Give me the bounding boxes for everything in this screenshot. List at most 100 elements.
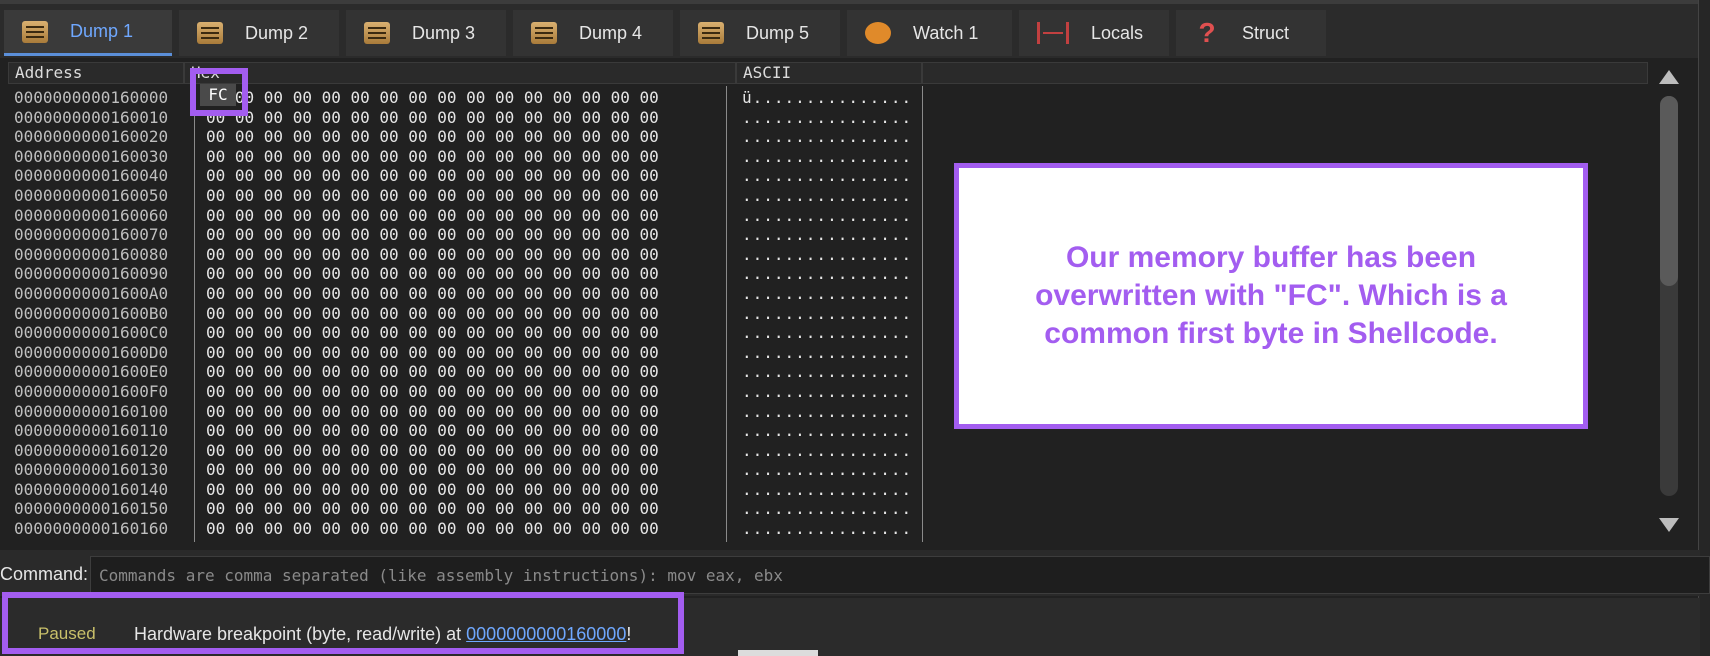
hex-row[interactable]: 00 00 00 00 00 00 00 00 00 00 00 00 00 0… bbox=[206, 362, 736, 382]
address-cell[interactable]: 00000000001600C0 bbox=[14, 323, 194, 343]
ascii-row[interactable]: ü............... bbox=[742, 88, 922, 108]
address-cell[interactable]: 00000000001600D0 bbox=[14, 343, 194, 363]
hex-row[interactable]: 00 00 00 00 00 00 00 00 00 00 00 00 00 0… bbox=[206, 460, 736, 480]
hex-row[interactable]: 00 00 00 00 00 00 00 00 00 00 00 00 00 0… bbox=[206, 186, 736, 206]
hex-row[interactable]: 00 00 00 00 00 00 00 00 00 00 00 00 00 0… bbox=[206, 108, 736, 128]
tab-struct[interactable]: ? Struct bbox=[1176, 10, 1326, 56]
ascii-row[interactable]: ................ bbox=[742, 480, 922, 500]
ascii-row[interactable]: ................ bbox=[742, 323, 922, 343]
hex-row[interactable]: FC 00 00 00 00 00 00 00 00 00 00 00 00 0… bbox=[206, 88, 736, 108]
ascii-row[interactable]: ................ bbox=[742, 402, 922, 422]
ascii-row[interactable]: ................ bbox=[742, 245, 922, 265]
hex-row[interactable]: 00 00 00 00 00 00 00 00 00 00 00 00 00 0… bbox=[206, 323, 736, 343]
hex-column-header[interactable]: Hex bbox=[184, 62, 736, 84]
tab-dump-5[interactable]: Dump 5 bbox=[680, 10, 840, 56]
ascii-row[interactable]: ................ bbox=[742, 499, 922, 519]
ascii-row[interactable]: ................ bbox=[742, 441, 922, 461]
ascii-row[interactable]: ................ bbox=[742, 206, 922, 226]
hex-column: FC 00 00 00 00 00 00 00 00 00 00 00 00 0… bbox=[206, 88, 736, 539]
address-cell[interactable]: 0000000000160010 bbox=[14, 108, 194, 128]
annotation-text: Our memory buffer has been overwritten w… bbox=[1035, 241, 1507, 350]
breakpoint-address-link[interactable]: 0000000000160000 bbox=[466, 624, 626, 644]
hex-row[interactable]: 00 00 00 00 00 00 00 00 00 00 00 00 00 0… bbox=[206, 499, 736, 519]
address-column: 0000000000160000 0000000000160010 00000000… bbox=[14, 88, 194, 539]
hex-row[interactable]: 00 00 00 00 00 00 00 00 00 00 00 00 00 0… bbox=[206, 166, 736, 186]
tab-dump-2[interactable]: Dump 2 bbox=[179, 10, 339, 56]
ascii-row[interactable]: ................ bbox=[742, 108, 922, 128]
ascii-row[interactable]: ................ bbox=[742, 343, 922, 363]
address-cell[interactable]: 0000000000160000 bbox=[14, 88, 194, 108]
address-cell[interactable]: 0000000000160020 bbox=[14, 127, 194, 147]
tab-bar: Dump 1 Dump 2 Dump 3 Dump 4 Dump 5 Watch 1 Loc… bbox=[0, 0, 1700, 58]
tab-label: Locals bbox=[1091, 22, 1144, 43]
dump-icon bbox=[197, 22, 223, 44]
dump-icon bbox=[364, 22, 390, 44]
address-cell[interactable]: 0000000000160140 bbox=[14, 480, 194, 500]
ascii-row[interactable]: ................ bbox=[742, 304, 922, 324]
address-cell[interactable]: 00000000001600A0 bbox=[14, 284, 194, 304]
address-cell[interactable]: 0000000000160030 bbox=[14, 147, 194, 167]
address-cell[interactable]: 00000000001600E0 bbox=[14, 362, 194, 382]
vertical-scrollbar[interactable] bbox=[1656, 66, 1682, 536]
address-cell[interactable]: 00000000001600F0 bbox=[14, 382, 194, 402]
command-input[interactable] bbox=[90, 556, 1710, 594]
address-cell[interactable]: 0000000000160050 bbox=[14, 186, 194, 206]
hex-row[interactable]: 00 00 00 00 00 00 00 00 00 00 00 00 00 0… bbox=[206, 127, 736, 147]
scroll-down-icon[interactable] bbox=[1659, 518, 1679, 532]
address-cell[interactable]: 0000000000160110 bbox=[14, 421, 194, 441]
ascii-row[interactable]: ................ bbox=[742, 460, 922, 480]
hex-row[interactable]: 00 00 00 00 00 00 00 00 00 00 00 00 00 0… bbox=[206, 206, 736, 226]
hex-row[interactable]: 00 00 00 00 00 00 00 00 00 00 00 00 00 0… bbox=[206, 343, 736, 363]
hex-row[interactable]: 00 00 00 00 00 00 00 00 00 00 00 00 00 0… bbox=[206, 284, 736, 304]
address-cell[interactable]: 0000000000160120 bbox=[14, 441, 194, 461]
tab-dump-4[interactable]: Dump 4 bbox=[513, 10, 673, 56]
tab-watch-1[interactable]: Watch 1 bbox=[847, 10, 1012, 56]
ascii-row[interactable]: ................ bbox=[742, 225, 922, 245]
hex-row[interactable]: 00 00 00 00 00 00 00 00 00 00 00 00 00 0… bbox=[206, 304, 736, 324]
tab-dump-1[interactable]: Dump 1 bbox=[4, 10, 172, 56]
tab-label: Dump 4 bbox=[579, 22, 643, 43]
ascii-row[interactable]: ................ bbox=[742, 519, 922, 539]
ascii-row[interactable]: ................ bbox=[742, 127, 922, 147]
scroll-up-icon[interactable] bbox=[1659, 70, 1679, 84]
ascii-row[interactable]: ................ bbox=[742, 284, 922, 304]
address-column-header[interactable]: Address bbox=[8, 62, 184, 84]
hex-row[interactable]: 00 00 00 00 00 00 00 00 00 00 00 00 00 0… bbox=[206, 519, 736, 539]
hex-row[interactable]: 00 00 00 00 00 00 00 00 00 00 00 00 00 0… bbox=[206, 382, 736, 402]
address-cell[interactable]: 0000000000160100 bbox=[14, 402, 194, 422]
ascii-row[interactable]: ................ bbox=[742, 147, 922, 167]
struct-icon: ? bbox=[1198, 17, 1216, 48]
hex-row[interactable]: 00 00 00 00 00 00 00 00 00 00 00 00 00 0… bbox=[206, 245, 736, 265]
address-cell[interactable]: 0000000000160060 bbox=[14, 206, 194, 226]
hex-row[interactable]: 00 00 00 00 00 00 00 00 00 00 00 00 00 0… bbox=[206, 225, 736, 245]
ascii-column-header[interactable]: ASCII bbox=[736, 62, 922, 84]
ascii-row[interactable]: ................ bbox=[742, 362, 922, 382]
hex-row[interactable]: 00 00 00 00 00 00 00 00 00 00 00 00 00 0… bbox=[206, 402, 736, 422]
annotation-callout: Our memory buffer has been overwritten w… bbox=[954, 163, 1588, 429]
address-cell[interactable]: 0000000000160070 bbox=[14, 225, 194, 245]
ascii-row[interactable]: ................ bbox=[742, 421, 922, 441]
locals-icon bbox=[1037, 22, 1069, 44]
ascii-row[interactable]: ................ bbox=[742, 166, 922, 186]
address-cell[interactable]: 0000000000160130 bbox=[14, 460, 194, 480]
address-cell[interactable]: 0000000000160150 bbox=[14, 499, 194, 519]
scrollbar-thumb[interactable] bbox=[1660, 96, 1678, 286]
address-cell[interactable]: 0000000000160090 bbox=[14, 264, 194, 284]
tab-dump-3[interactable]: Dump 3 bbox=[346, 10, 506, 56]
address-cell[interactable]: 0000000000160160 bbox=[14, 519, 194, 539]
hex-row[interactable]: 00 00 00 00 00 00 00 00 00 00 00 00 00 0… bbox=[206, 480, 736, 500]
status-message-prefix: Hardware breakpoint (byte, read/write) a… bbox=[134, 624, 467, 644]
ascii-row[interactable]: ................ bbox=[742, 382, 922, 402]
column-separator bbox=[922, 86, 923, 542]
tab-label: Dump 1 bbox=[70, 21, 134, 41]
address-cell[interactable]: 0000000000160040 bbox=[14, 166, 194, 186]
ascii-row[interactable]: ................ bbox=[742, 186, 922, 206]
tab-locals[interactable]: Locals bbox=[1019, 10, 1169, 56]
ascii-row[interactable]: ................ bbox=[742, 264, 922, 284]
hex-row[interactable]: 00 00 00 00 00 00 00 00 00 00 00 00 00 0… bbox=[206, 441, 736, 461]
hex-row[interactable]: 00 00 00 00 00 00 00 00 00 00 00 00 00 0… bbox=[206, 421, 736, 441]
hex-row[interactable]: 00 00 00 00 00 00 00 00 00 00 00 00 00 0… bbox=[206, 147, 736, 167]
address-cell[interactable]: 0000000000160080 bbox=[14, 245, 194, 265]
address-cell[interactable]: 00000000001600B0 bbox=[14, 304, 194, 324]
hex-row[interactable]: 00 00 00 00 00 00 00 00 00 00 00 00 00 0… bbox=[206, 264, 736, 284]
